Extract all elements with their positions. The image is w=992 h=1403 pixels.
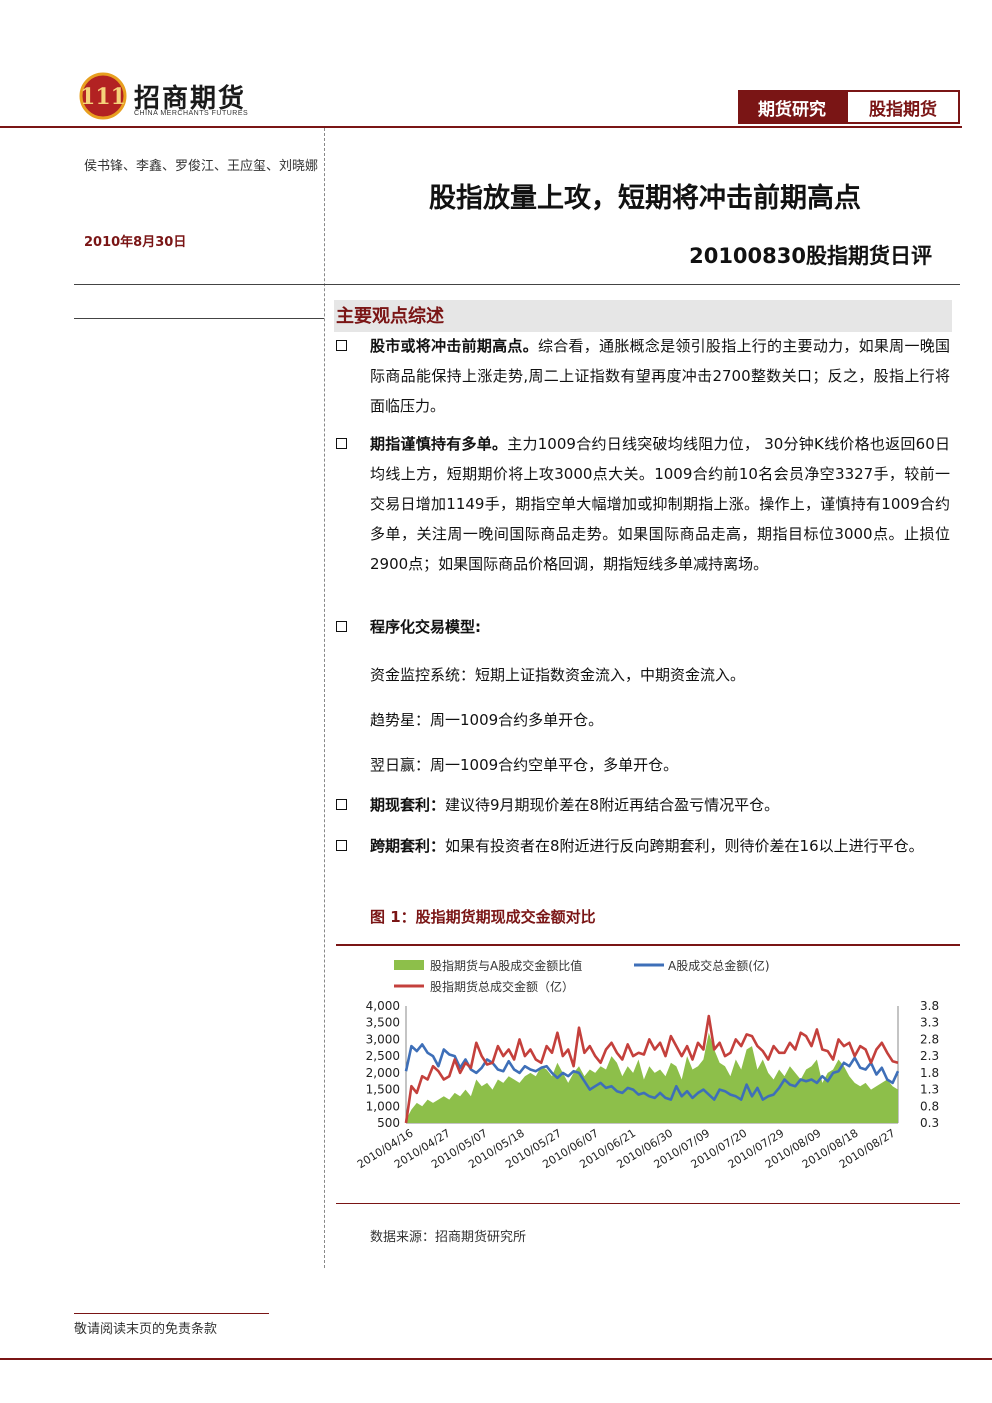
report-date: 2010年8月30日 — [84, 235, 187, 250]
svg-text:111: 111 — [80, 84, 126, 110]
title-divider — [74, 284, 960, 285]
logo-text-en: CHINA MERCHANTS FUTURES — [134, 110, 249, 117]
paragraph-lead: 期指谨慎持有多单。 — [370, 435, 508, 453]
section-title: 主要观点综述 — [336, 306, 444, 327]
left-axis-tick-label: 3,500 — [366, 1016, 400, 1030]
left-axis-tick-label: 2,500 — [366, 1049, 400, 1063]
left-axis-tick-label: 500 — [377, 1116, 400, 1130]
turnover-chart: 股指期货与A股成交金额比值 A股成交总金额(亿) 股指期货总成交金额（亿） 4,000… — [355, 958, 939, 1171]
paragraph-lead: 程序化交易模型: — [370, 618, 481, 636]
left-axis-tick-label: 1,500 — [366, 1083, 400, 1097]
bullet-paragraph-program: 程序化交易模型: — [336, 612, 950, 642]
right-axis-tick-label: 0.3 — [920, 1116, 939, 1130]
report-category-tags: 期货研究 股指期货 — [738, 90, 960, 124]
bullet-paragraph-market: 股市或将冲击前期高点。综合看，通胀概念是领引股指上行的主要动力，如果周一晚国际商… — [336, 331, 950, 421]
legend-label-futures: 股指期货总成交金额（亿） — [430, 979, 574, 994]
right-axis-tick-label: 3.8 — [920, 999, 939, 1013]
paragraph-text: 主力1009合约日线突破均线阻力位， 30分钟K线价格也返回60日均线上方，短期… — [370, 435, 950, 573]
legend-label-ratio: 股指期货与A股成交金额比值 — [430, 958, 582, 973]
legend-swatch-ratio — [394, 960, 424, 970]
left-axis-tick-label: 2,000 — [366, 1066, 400, 1080]
paragraph-lead: 期现套利： — [370, 796, 446, 814]
left-column-divider — [74, 318, 324, 319]
data-source: 数据来源：招商期货研究所 — [370, 1230, 527, 1245]
page-title: 股指放量上攻，短期将冲击前期高点 — [429, 183, 861, 214]
logo-icon: 111 — [79, 72, 127, 120]
paragraph-text: 如果有投资者在8附近进行反向跨期套利，则待价差在16以上进行平仓。 — [445, 837, 924, 855]
figure-top-rule — [336, 944, 960, 946]
tag-index-futures: 股指期货 — [846, 90, 960, 124]
model-line-fund-monitor: 资金监控系统：短期上证指数资金流入，中期资金流入。 — [370, 666, 746, 684]
bullet-paragraph-arbitrage: 期现套利：建议待9月期现价差在8附近再结合盈亏情况平仓。 — [336, 790, 950, 820]
checkbox-bullet-icon — [336, 799, 347, 810]
column-divider — [324, 128, 325, 1268]
model-line-trend-star: 趋势星：周一1009合约多单开仓。 — [370, 711, 604, 729]
header-divider — [0, 126, 962, 128]
left-axis-tick-label: 1,000 — [366, 1099, 400, 1113]
paragraph-lead: 跨期套利： — [370, 837, 446, 855]
left-axis-tick-label: 3,000 — [366, 1032, 400, 1046]
right-axis-tick-label: 2.8 — [920, 1032, 939, 1046]
right-axis-tick-label: 3.3 — [920, 1016, 939, 1030]
tag-futures-research: 期货研究 — [738, 90, 846, 124]
right-axis-tick-label: 1.3 — [920, 1083, 939, 1097]
left-axis-tick-label: 4,000 — [366, 999, 400, 1013]
figure-bottom-rule — [336, 1203, 960, 1204]
paragraph-text: 建议待9月期现价差在8附近再结合盈亏情况平仓。 — [445, 796, 780, 814]
checkbox-bullet-icon — [336, 840, 347, 851]
paragraph-lead: 股市或将冲击前期高点。 — [370, 337, 538, 355]
disclaimer-link[interactable]: 敬请阅读末页的免责条款 — [74, 1318, 217, 1337]
checkbox-bullet-icon — [336, 340, 347, 351]
right-axis-tick-label: 2.3 — [920, 1049, 939, 1063]
report-subtitle: 20100830股指期货日评 — [689, 244, 932, 268]
right-axis-tick-label: 1.8 — [920, 1066, 939, 1080]
bullet-paragraph-calendar-spread: 跨期套利：如果有投资者在8附近进行反向跨期套利，则待价差在16以上进行平仓。 — [336, 831, 950, 861]
figure-title: 图 1：股指期货期现成交金额对比 — [370, 908, 596, 926]
footer-divider — [74, 1313, 269, 1314]
checkbox-bullet-icon — [336, 621, 347, 632]
bullet-paragraph-futures: 期指谨慎持有多单。主力1009合约日线突破均线阻力位， 30分钟K线价格也返回6… — [336, 429, 950, 579]
page-bottom-rule — [0, 1358, 992, 1360]
legend-label-a-share: A股成交总金额(亿) — [668, 958, 770, 973]
right-axis-tick-label: 0.8 — [920, 1099, 939, 1113]
model-line-next-day: 翌日赢：周一1009合约空单平仓，多单开仓。 — [370, 756, 679, 774]
checkbox-bullet-icon — [336, 438, 347, 449]
authors: 侯书锋、李鑫、罗俊江、王应玺、刘晓娜 — [84, 159, 319, 174]
company-logo: 111 招商期货 CHINA MERCHANTS FUTURES — [78, 72, 278, 124]
